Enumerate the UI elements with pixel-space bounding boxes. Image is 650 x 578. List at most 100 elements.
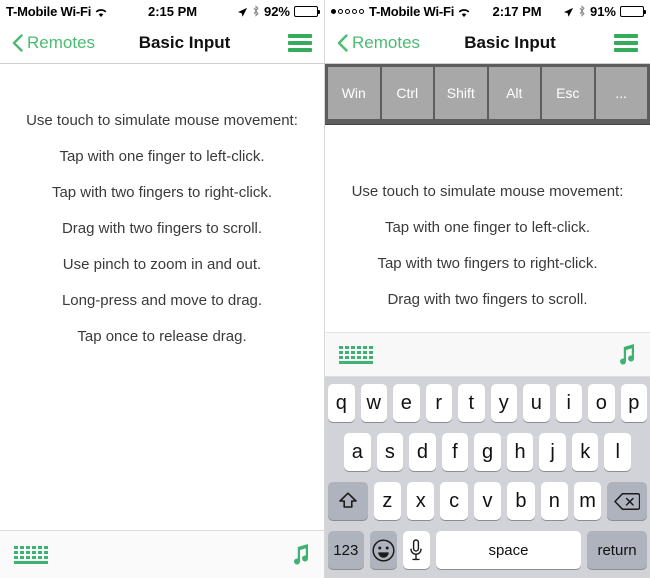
instruction-line: Tap with one finger to left-click. [59, 148, 265, 165]
bluetooth-icon [252, 5, 260, 17]
keyboard-row-2: a s d f g h j k l [328, 433, 647, 471]
instructions-panel: Use touch to simulate mouse movement: Ta… [0, 64, 324, 530]
page-title: Basic Input [138, 32, 231, 52]
keyboard-row-1: q w e r t y u i o p [328, 384, 647, 422]
dictation-key[interactable] [402, 531, 430, 569]
key-l[interactable]: l [604, 433, 632, 471]
delete-key[interactable] [607, 482, 647, 520]
modifier-key-esc[interactable]: Esc [542, 67, 594, 119]
key-w[interactable]: w [360, 384, 387, 422]
battery-percent-label: 91% [589, 3, 616, 19]
modifier-key-win[interactable]: Win [328, 67, 380, 119]
key-z[interactable]: z [373, 482, 402, 520]
shift-key[interactable] [328, 482, 368, 520]
key-f[interactable]: f [441, 433, 469, 471]
key-t[interactable]: t [458, 384, 485, 422]
numbers-key[interactable]: 123 [328, 531, 364, 569]
back-button-label: Remotes [352, 32, 421, 52]
microphone-icon [410, 539, 422, 561]
instructions-list: Use touch to simulate mouse movement: Ta… [325, 128, 650, 308]
key-q[interactable]: q [328, 384, 355, 422]
battery-icon [294, 5, 320, 17]
keyboard-container: q w e r t y u i o p a s d f g h j k l z … [325, 332, 650, 578]
wifi-icon [457, 6, 471, 17]
smiley-emoji-icon [372, 538, 395, 562]
keyboard-icon[interactable] [339, 345, 373, 364]
status-bar: T-Mobile Wi-Fi 2:17 PM 91% [325, 0, 650, 22]
instruction-line: Use touch to simulate mouse movement: [26, 112, 298, 129]
dual-screenshot-container: T-Mobile Wi-Fi 2:15 PM 92% Remotes Basic… [0, 0, 650, 578]
key-i[interactable]: i [555, 384, 582, 422]
instruction-line: Tap once to release drag. [77, 328, 247, 345]
status-bar-left: T-Mobile Wi-Fi [6, 4, 108, 19]
left-screenshot-panel: T-Mobile Wi-Fi 2:15 PM 92% Remotes Basic… [0, 0, 325, 578]
key-o[interactable]: o [588, 384, 615, 422]
bluetooth-icon [578, 5, 586, 17]
shift-arrow-icon [338, 491, 358, 511]
keyboard-icon[interactable] [14, 545, 48, 564]
modifier-key-alt[interactable]: Alt [488, 67, 540, 119]
key-n[interactable]: n [540, 482, 568, 520]
key-g[interactable]: g [474, 433, 501, 471]
key-h[interactable]: h [506, 433, 534, 471]
page-title: Basic Input [464, 32, 556, 52]
modifier-key-shift[interactable]: Shift [435, 67, 487, 119]
chevron-left-icon [337, 33, 348, 52]
key-y[interactable]: y [490, 384, 517, 422]
back-button[interactable]: Remotes [12, 33, 95, 53]
key-m[interactable]: m [573, 482, 602, 520]
key-e[interactable]: e [393, 384, 420, 422]
key-k[interactable]: k [571, 433, 599, 471]
instruction-line: Tap with two fingers to right-click. [377, 255, 598, 272]
bottom-toolbar [0, 530, 324, 578]
back-button-label: Remotes [27, 32, 96, 52]
status-bar-right: 92% [237, 3, 320, 19]
instruction-line: Drag with two fingers to scroll. [387, 291, 588, 308]
key-d[interactable]: d [409, 433, 436, 471]
instruction-line: Use touch to simulate mouse movement: [351, 183, 624, 200]
hamburger-menu-icon[interactable] [614, 33, 638, 52]
modifier-key-more[interactable]: ... [595, 67, 647, 119]
music-note-icon[interactable] [618, 343, 636, 367]
keyboard-toolbar [325, 332, 650, 377]
clock-time: 2:15 PM [148, 3, 198, 19]
return-key[interactable]: return [587, 531, 647, 569]
status-bar: T-Mobile Wi-Fi 2:15 PM 92% [0, 0, 324, 22]
key-p[interactable]: p [620, 384, 647, 422]
modifier-key-row: Win Ctrl Shift Alt Esc ... [325, 64, 650, 125]
key-b[interactable]: b [507, 482, 535, 520]
nav-bar: Remotes Basic Input [0, 22, 324, 64]
key-j[interactable]: j [539, 433, 566, 471]
chevron-left-icon [12, 33, 23, 52]
key-r[interactable]: r [425, 384, 452, 422]
nav-bar: Remotes Basic Input [325, 22, 650, 64]
key-c[interactable]: c [440, 482, 468, 520]
instructions-list: Use touch to simulate mouse movement: Ta… [0, 64, 324, 345]
on-screen-keyboard: q w e r t y u i o p a s d f g h j k l z … [325, 377, 650, 578]
carrier-label: T-Mobile Wi-Fi [6, 3, 92, 19]
back-button[interactable]: Remotes [337, 33, 420, 53]
instruction-line: Drag with two fingers to scroll. [61, 220, 263, 237]
keyboard-row-4: 123 space return [328, 531, 647, 569]
hamburger-menu-icon[interactable] [288, 33, 312, 52]
status-bar-left: T-Mobile Wi-Fi [331, 4, 471, 19]
battery-percent-label: 92% [263, 3, 290, 19]
modifier-key-ctrl[interactable]: Ctrl [381, 67, 433, 119]
key-u[interactable]: u [523, 384, 550, 422]
instruction-line: Use pinch to zoom in and out. [62, 256, 262, 273]
key-x[interactable]: x [407, 482, 435, 520]
status-bar-right: 91% [563, 3, 646, 19]
music-note-icon[interactable] [292, 543, 310, 567]
instruction-line: Tap with two fingers to right-click. [51, 184, 273, 201]
wifi-icon [94, 6, 108, 17]
key-s[interactable]: s [376, 433, 404, 471]
keyboard-row-3: z x c v b n m [328, 482, 647, 520]
location-arrow-icon [563, 6, 574, 17]
key-v[interactable]: v [473, 482, 502, 520]
location-arrow-icon [237, 6, 248, 17]
signal-strength-dots [331, 8, 364, 14]
right-screenshot-panel: T-Mobile Wi-Fi 2:17 PM 91% Remotes Basic… [325, 0, 650, 578]
emoji-key[interactable] [369, 531, 397, 569]
space-key[interactable]: space [435, 531, 582, 569]
key-a[interactable]: a [343, 433, 371, 471]
